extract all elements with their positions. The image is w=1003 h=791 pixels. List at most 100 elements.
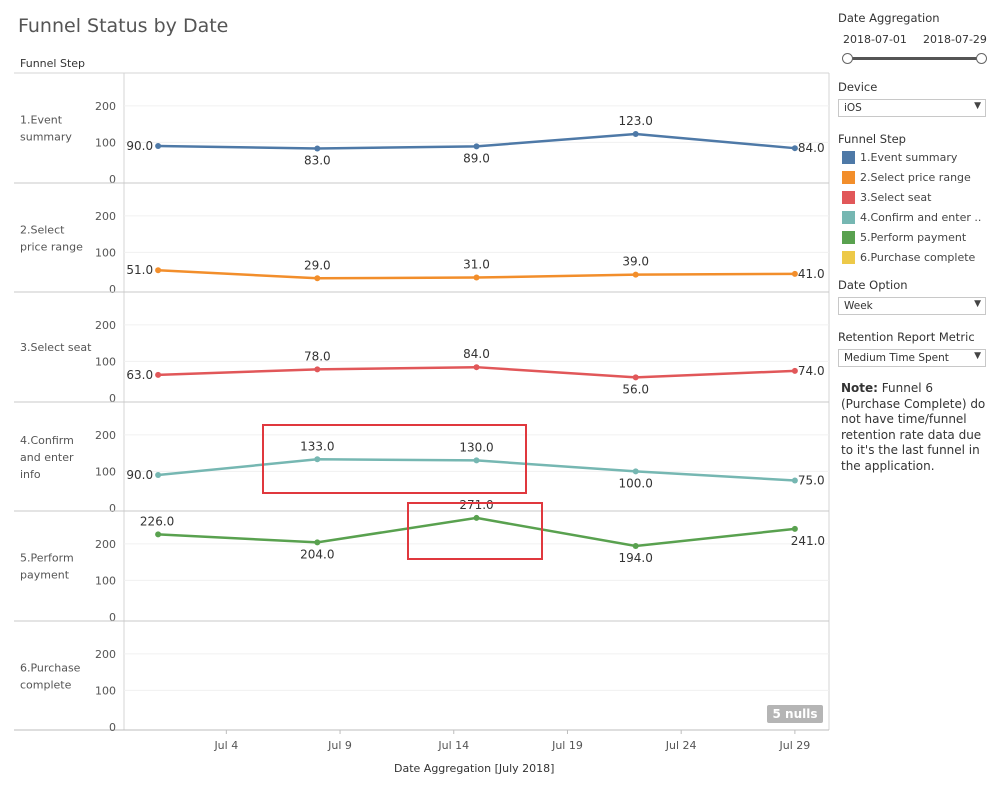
y-tick-label: 200	[95, 538, 116, 551]
data-point	[155, 472, 162, 478]
x-tick-label: Jul 14	[437, 739, 469, 752]
row-label: complete	[20, 678, 72, 691]
legend-swatch	[842, 151, 855, 164]
legend-label: 4.Confirm and enter ..	[860, 211, 982, 224]
device-filter-title: Device	[838, 80, 878, 94]
y-tick-label: 0	[109, 283, 116, 296]
series-line	[158, 516, 796, 548]
legend-label: 5.Perform payment	[860, 231, 967, 244]
note-text: Note: Funnel 6 (Purchase Complete) do no…	[841, 381, 991, 474]
row-label: 1.Event	[20, 113, 63, 126]
x-axis-title: Date Aggregation [July 2018]	[394, 762, 555, 775]
row-label: info	[20, 468, 41, 481]
row-label: 6.Purchase	[20, 661, 81, 674]
note-label: Note:	[841, 381, 878, 395]
x-tick-label: Jul 24	[665, 739, 697, 752]
row-label: 5.Perform	[20, 551, 74, 564]
data-point	[155, 371, 162, 378]
date-option-title: Date Option	[838, 278, 908, 292]
date-range-end: 2018-07-29	[923, 33, 987, 46]
data-point	[791, 525, 798, 532]
data-label: 41.0	[798, 267, 825, 281]
date-aggregation-title: Date Aggregation	[838, 11, 940, 25]
data-label: 83.0	[304, 154, 331, 168]
y-tick-label: 200	[95, 648, 116, 661]
data-point	[473, 274, 480, 281]
x-tick-label: Jul 4	[213, 739, 238, 752]
data-point	[155, 531, 162, 538]
y-tick-label: 100	[95, 465, 116, 478]
y-tick-label: 200	[95, 210, 116, 223]
data-label: 241.0	[791, 534, 825, 548]
date-option-dropdown[interactable]: Week ▼	[838, 297, 986, 315]
legend-label: 3.Select seat	[860, 191, 932, 204]
data-label: 90.0	[126, 139, 153, 153]
data-point	[632, 374, 639, 381]
legend-label: 2.Select price range	[860, 171, 971, 184]
data-point	[473, 457, 480, 464]
slider-start-handle[interactable]	[842, 53, 853, 64]
data-label: 123.0	[619, 114, 653, 128]
retention-metric-title: Retention Report Metric	[838, 330, 975, 344]
x-tick-label: Jul 19	[551, 739, 583, 752]
chevron-down-icon: ▼	[974, 299, 981, 309]
legend-title: Funnel Step	[838, 132, 906, 146]
y-tick-label: 100	[95, 574, 116, 587]
data-label: 74.0	[798, 364, 825, 378]
data-label: 90.0	[126, 468, 153, 482]
data-label: 133.0	[300, 439, 334, 453]
y-tick-label: 200	[95, 319, 116, 332]
data-label: 271.0	[459, 498, 493, 512]
data-point	[632, 130, 639, 137]
data-point	[314, 275, 321, 282]
row-label: price range	[20, 240, 83, 253]
data-label: 75.0	[798, 473, 825, 487]
data-point	[632, 271, 639, 278]
y-tick-label: 0	[109, 392, 116, 405]
data-point	[314, 539, 321, 546]
device-dropdown[interactable]: iOS ▼	[838, 99, 986, 117]
row-label: and enter	[20, 451, 74, 464]
data-label: 84.0	[798, 141, 825, 155]
row-label: 3.Select seat	[20, 341, 92, 354]
data-label: 130.0	[459, 440, 493, 454]
data-label: 78.0	[304, 349, 331, 363]
y-tick-label: 100	[95, 355, 116, 368]
legend-swatch	[842, 231, 855, 244]
legend-swatch	[842, 171, 855, 184]
x-tick-label: Jul 29	[779, 739, 811, 752]
legend-swatch	[842, 191, 855, 204]
y-tick-label: 200	[95, 100, 116, 113]
y-tick-label: 100	[95, 136, 116, 149]
x-tick-label: Jul 9	[327, 739, 352, 752]
data-label: 194.0	[619, 551, 653, 565]
slider-end-handle[interactable]	[976, 53, 987, 64]
data-point	[314, 366, 321, 373]
date-range-slider[interactable]	[845, 57, 983, 60]
data-point	[155, 267, 162, 274]
chevron-down-icon: ▼	[974, 351, 981, 361]
data-label: 51.0	[126, 263, 153, 277]
data-label: 56.0	[622, 382, 649, 396]
data-label: 84.0	[463, 347, 490, 361]
data-point	[473, 364, 480, 371]
retention-metric-dropdown[interactable]: Medium Time Spent ▼	[838, 349, 986, 367]
y-tick-label: 0	[109, 611, 116, 624]
data-label: 100.0	[619, 476, 653, 490]
data-label: 63.0	[126, 368, 153, 382]
y-tick-label: 200	[95, 429, 116, 442]
retention-metric-value: Medium Time Spent	[844, 352, 949, 364]
row-label: summary	[20, 130, 72, 143]
legend-label: 6.Purchase complete	[860, 251, 976, 264]
y-tick-label: 100	[95, 684, 116, 697]
data-label: 29.0	[304, 258, 331, 272]
data-point	[314, 145, 321, 152]
row-label: 2.Select	[20, 223, 65, 236]
chevron-down-icon: ▼	[974, 101, 981, 111]
data-point	[155, 143, 162, 149]
y-tick-label: 0	[109, 721, 116, 734]
legend-label: 1.Event summary	[860, 151, 958, 164]
nulls-badge-label: 5 nulls	[773, 707, 818, 721]
y-tick-label: 0	[109, 502, 116, 515]
data-label: 89.0	[463, 151, 490, 165]
